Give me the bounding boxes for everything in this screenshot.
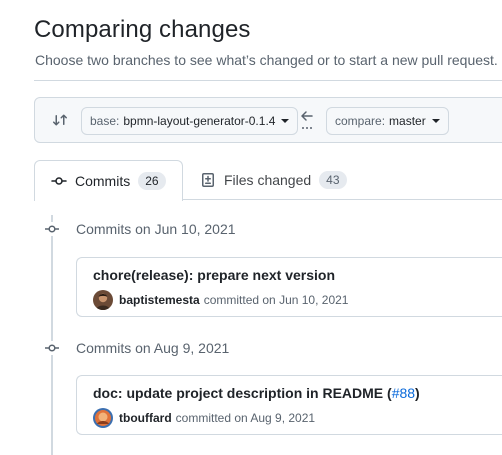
page-subtitle: Choose two branches to see what’s change… <box>35 52 498 68</box>
tab-label: Files changed <box>224 172 312 188</box>
commit-group-date: Commits on Aug 9, 2021 <box>76 340 230 356</box>
timeline-line <box>51 215 53 455</box>
tab-counter: 43 <box>319 171 347 189</box>
commit-title-link[interactable]: chore(release): prepare next version <box>93 267 335 283</box>
commit-title: doc: update project description in READM… <box>93 385 420 401</box>
tab-files-changed[interactable]: Files changed 43 <box>200 160 347 200</box>
commit-group-node-icon <box>45 222 59 236</box>
tab-counter: 26 <box>138 172 166 190</box>
compare-value: master <box>389 114 426 128</box>
commit-author-link[interactable]: baptistemesta <box>119 293 200 307</box>
compare-branch-select[interactable]: compare: master <box>326 107 449 135</box>
commit-group-date: Commits on Jun 10, 2021 <box>76 221 236 237</box>
compare-arrows-icon[interactable] <box>52 112 68 128</box>
tab-label: Commits <box>75 173 131 189</box>
range-editor: base: bpmn-layout-generator-0.1.4 compar… <box>34 97 502 143</box>
avatar[interactable] <box>93 290 113 310</box>
caret-down-icon <box>281 119 290 123</box>
caret-down-icon <box>431 119 440 123</box>
base-label: base: <box>90 114 120 128</box>
commit-card: doc: update project description in READM… <box>76 375 502 435</box>
commit-title-link[interactable]: doc: update project description in READM… <box>93 385 392 401</box>
page-title: Comparing changes <box>34 16 251 43</box>
avatar[interactable] <box>93 408 113 428</box>
file-diff-icon <box>200 172 216 188</box>
arrow-left-icon <box>299 109 315 133</box>
commit-card: chore(release): prepare next version bap… <box>76 257 502 317</box>
compare-label: compare: <box>335 114 386 128</box>
tab-commits[interactable]: Commits 26 <box>34 160 183 201</box>
commit-title-end[interactable]: ) <box>415 385 420 401</box>
commit-date-text: committed on Aug 9, 2021 <box>175 411 316 425</box>
base-branch-select[interactable]: base: bpmn-layout-generator-0.1.4 <box>81 107 299 135</box>
base-value: bpmn-layout-generator-0.1.4 <box>123 114 276 128</box>
commit-group-node-icon <box>45 341 59 355</box>
commit-author-link[interactable]: tbouffard <box>119 411 172 425</box>
commit-date-text: committed on Jun 10, 2021 <box>203 293 349 307</box>
git-commit-icon <box>51 173 67 189</box>
title-divider <box>34 80 502 81</box>
pull-request-link[interactable]: #88 <box>392 385 415 401</box>
commit-meta: baptistemesta committed on Jun 10, 2021 <box>93 290 348 310</box>
commit-meta: tbouffard committed on Aug 9, 2021 <box>93 408 315 428</box>
